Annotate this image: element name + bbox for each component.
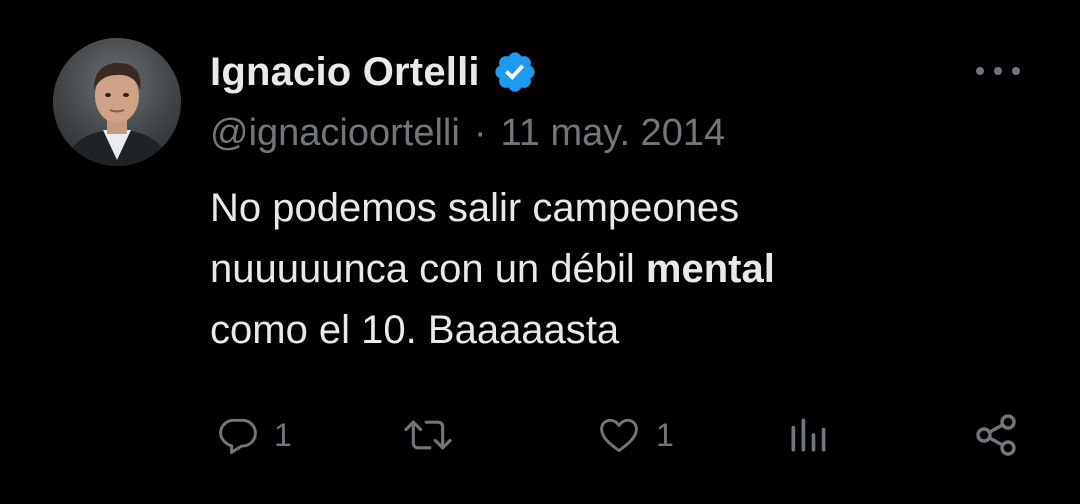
verified-badge-icon — [495, 52, 535, 92]
share-icon — [976, 414, 1016, 456]
tweet-text-line-3: como el 10. Baaaaasta — [210, 308, 620, 352]
tweet-card[interactable]: Ignacio Ortelli @ignacioortelli · 11 may… — [0, 0, 1080, 504]
meta-separator: · — [473, 111, 487, 154]
tweet-meta: @ignacioortelli · 11 may. 2014 — [210, 108, 725, 158]
reply-icon — [219, 418, 257, 454]
author-display-name[interactable]: Ignacio Ortelli — [210, 50, 480, 95]
tweet-text-line-2: nuuuuunca con un débil mental — [210, 239, 1010, 300]
tweet-text-line-1: No podemos salir campeones — [210, 186, 740, 230]
tweet-text-bold-word: mental — [645, 247, 775, 291]
like-button[interactable]: 1 — [594, 410, 674, 460]
tweet-text: No podemos salir campeones nuuuuunca con… — [210, 178, 1010, 361]
action-bar: 1 1 — [0, 410, 1080, 460]
views-chart-icon — [791, 418, 826, 452]
retweet-button[interactable] — [398, 410, 470, 460]
share-button[interactable] — [970, 410, 1022, 460]
tweet-date[interactable]: 11 may. 2014 — [500, 112, 725, 155]
like-heart-icon — [600, 418, 638, 453]
retweet-icon — [404, 420, 452, 450]
author-name-row: Ignacio Ortelli — [210, 44, 538, 100]
views-button[interactable] — [784, 410, 844, 460]
reply-count: 1 — [274, 416, 292, 453]
like-count: 1 — [656, 416, 674, 453]
avatar-photo-icon — [53, 38, 181, 166]
avatar[interactable] — [53, 38, 181, 166]
more-options-icon[interactable] — [972, 58, 1024, 84]
tweet-text-line-2-prefix: nuuuuunca con un débil — [210, 247, 646, 291]
reply-button[interactable]: 1 — [214, 410, 292, 460]
author-handle[interactable]: @ignacioortelli — [210, 112, 460, 155]
